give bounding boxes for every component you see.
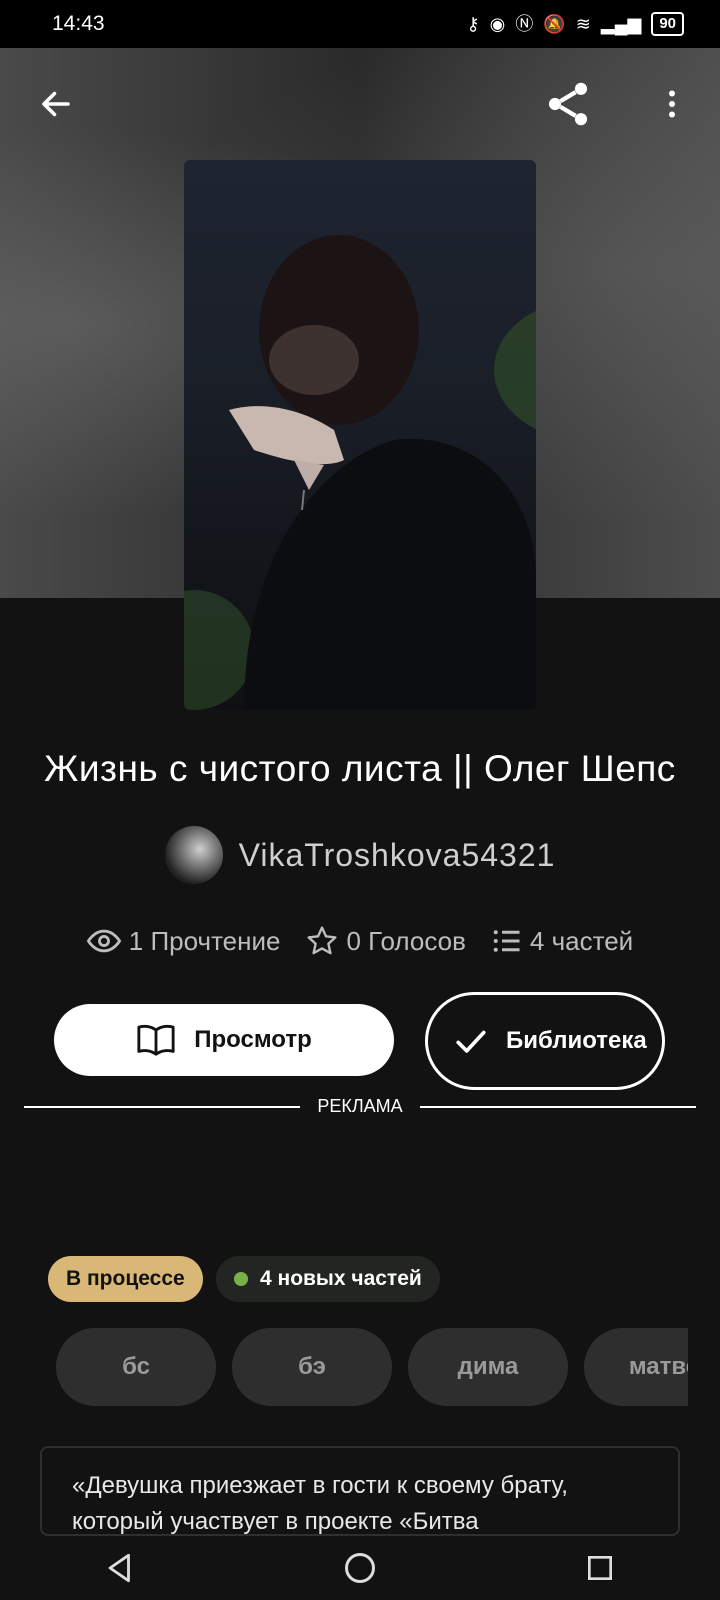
system-nav-bar bbox=[0, 1536, 720, 1600]
status-bar: 14:43 ⚷ ◉ Ⓝ 🔕 ≋ ▂▄▆ 90 bbox=[0, 0, 720, 48]
nfc-icon: Ⓝ bbox=[515, 14, 534, 34]
battery-icon: 90 bbox=[651, 12, 684, 36]
mute-icon: 🔕 bbox=[543, 14, 566, 34]
new-parts-dot-icon bbox=[234, 1272, 248, 1286]
tag-chip[interactable]: дима bbox=[408, 1328, 568, 1406]
votes-count: 0 Голосов bbox=[346, 925, 466, 956]
library-button[interactable]: Библиотека bbox=[425, 992, 665, 1090]
status-badge: В процессе bbox=[48, 1256, 203, 1302]
description-text: «Девушка приезжает в гости к своему брат… bbox=[72, 1472, 568, 1535]
checkmark-icon bbox=[456, 1030, 486, 1053]
new-parts-label: 4 новых частей bbox=[260, 1267, 422, 1290]
nav-recents-icon bbox=[588, 1556, 612, 1580]
eye-icon bbox=[86, 929, 121, 953]
ad-divider: РЕКЛАМА bbox=[24, 1096, 696, 1120]
nav-recents-button[interactable] bbox=[570, 1538, 630, 1598]
share-button[interactable] bbox=[540, 76, 596, 132]
more-options-button[interactable] bbox=[644, 76, 700, 132]
author-row[interactable]: VikaTroshkova54321 bbox=[0, 826, 720, 884]
view-button-label: Просмотр bbox=[194, 1026, 312, 1053]
wifi-icon: ≋ bbox=[575, 14, 591, 34]
tag-chip[interactable]: бэ bbox=[232, 1328, 392, 1406]
parts-count: 4 частей bbox=[529, 925, 634, 956]
share-icon bbox=[548, 82, 588, 126]
status-icons: ⚷ ◉ Ⓝ 🔕 ≋ ▂▄▆ 90 bbox=[466, 10, 684, 38]
nav-back-button[interactable] bbox=[90, 1538, 150, 1598]
list-icon bbox=[493, 930, 520, 952]
new-parts-badge: 4 новых частей bbox=[216, 1256, 440, 1302]
tags-list: бс бэ дима матве bbox=[56, 1328, 688, 1408]
author-avatar[interactable] bbox=[164, 826, 223, 884]
view-button[interactable]: Просмотр bbox=[54, 1004, 394, 1076]
nav-home-icon bbox=[345, 1553, 375, 1583]
parts-stat: 4 частей bbox=[492, 924, 633, 958]
story-cover-image[interactable] bbox=[184, 160, 536, 710]
signal-icon: ▂▄▆ bbox=[600, 14, 642, 34]
tag-chip[interactable]: бс bbox=[56, 1328, 216, 1406]
story-stats: 1 Прочтение 0 Голосов 4 частей bbox=[0, 924, 720, 958]
votes-stat: 0 Голосов bbox=[306, 924, 466, 958]
back-arrow-icon bbox=[42, 91, 70, 117]
author-name[interactable]: VikaTroshkova54321 bbox=[239, 837, 556, 874]
nav-home-button[interactable] bbox=[330, 1538, 390, 1598]
more-vertical-icon bbox=[669, 90, 675, 118]
cover-illustration bbox=[184, 235, 536, 710]
nav-back-icon bbox=[108, 1553, 130, 1583]
ad-divider-line-right bbox=[420, 1106, 696, 1108]
back-button[interactable] bbox=[28, 76, 84, 132]
book-icon bbox=[137, 1024, 175, 1056]
reads-count: 1 Прочтение bbox=[128, 925, 281, 956]
status-time: 14:43 bbox=[52, 12, 105, 35]
reads-stat: 1 Прочтение bbox=[86, 924, 281, 958]
story-title: Жизнь с чистого листа || Олег Шепс bbox=[44, 748, 676, 789]
story-description: «Девушка приезжает в гости к своему брат… bbox=[40, 1446, 680, 1536]
key-icon: ⚷ bbox=[466, 14, 480, 34]
star-icon bbox=[307, 926, 338, 955]
eye-icon: ◉ bbox=[489, 14, 506, 34]
library-button-label: Библиотека bbox=[506, 1027, 647, 1054]
tag-chip[interactable]: матве bbox=[584, 1328, 688, 1406]
